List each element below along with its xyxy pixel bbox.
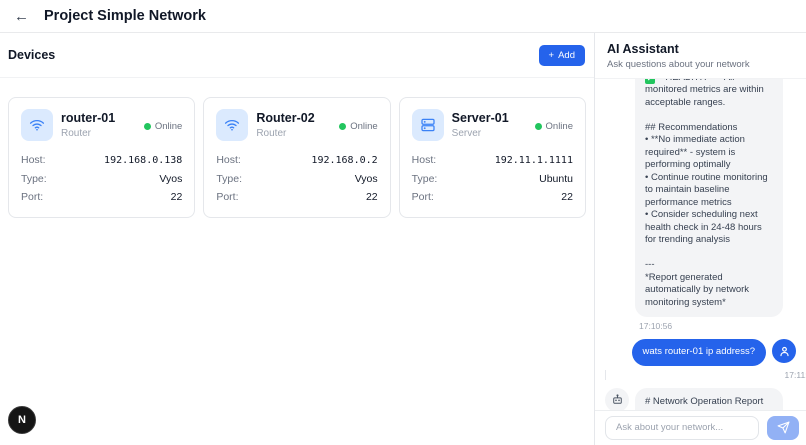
- assistant-message: # Network Operation Report ## Summary In…: [605, 388, 796, 411]
- device-field-host: Host: 192.168.0.2: [216, 151, 377, 170]
- device-field-host: Host: 192.11.1.1111: [412, 151, 573, 170]
- device-field-type: Type: Vyos: [21, 170, 182, 188]
- status-label: Online: [155, 121, 182, 132]
- bot-avatar-robot-icon: [605, 388, 629, 411]
- device-kind: Router: [61, 128, 115, 139]
- message-status-line: **HEALTHY** - All monitored metrics are …: [645, 79, 764, 108]
- assistant-message: ## Overall Status ✓**HEALTHY** - All mon…: [605, 79, 796, 317]
- send-paper-plane-icon: [777, 421, 790, 434]
- device-field-port: Port: 22: [21, 188, 182, 206]
- user-avatar: [772, 339, 796, 363]
- type-value: Vyos: [159, 170, 182, 188]
- wifi-icon: [21, 109, 53, 141]
- message-timestamp: 17:11:12: [605, 370, 806, 380]
- device-name: Server-01: [452, 109, 509, 126]
- status-badge: Online: [339, 109, 377, 141]
- plus-icon: +: [549, 50, 555, 61]
- send-button[interactable]: [767, 416, 799, 440]
- chat-input[interactable]: [605, 416, 759, 440]
- status-badge: Online: [535, 109, 573, 141]
- dev-tools-button[interactable]: N: [8, 406, 36, 434]
- devices-toolbar: Devices + Add: [0, 33, 594, 78]
- device-kind: Router: [256, 128, 314, 139]
- devices-section: Devices + Add router-01 Router: [0, 33, 594, 445]
- wifi-icon: [216, 109, 248, 141]
- port-value: 22: [171, 188, 183, 206]
- type-value: Ubuntu: [539, 170, 573, 188]
- page-title: Project Simple Network: [44, 8, 206, 24]
- host-value: 192.11.1.1111: [495, 152, 573, 170]
- chat-input-bar: [595, 410, 806, 445]
- user-message: wats router-01 ip address?: [605, 339, 796, 366]
- online-dot: [339, 123, 346, 130]
- device-name: Router-02: [256, 109, 314, 126]
- chat-scroll-area[interactable]: ## Overall Status ✓**HEALTHY** - All mon…: [595, 79, 806, 410]
- online-dot: [144, 123, 151, 130]
- status-label: Online: [350, 121, 377, 132]
- device-field-type: Type: Ubuntu: [412, 170, 573, 188]
- app-header: ← Project Simple Network: [0, 0, 806, 33]
- port-value: 22: [561, 188, 573, 206]
- host-value: 192.168.0.138: [104, 152, 182, 170]
- type-value: Vyos: [355, 170, 378, 188]
- dev-tools-label: N: [18, 414, 26, 426]
- add-device-button[interactable]: + Add: [539, 45, 585, 66]
- devices-heading: Devices: [8, 48, 55, 62]
- device-card-router-02[interactable]: Router-02 Router Online Host: 192.168.0.…: [203, 97, 390, 218]
- device-card-grid: router-01 Router Online Host: 192.168.0.…: [0, 78, 594, 237]
- status-label: Online: [546, 121, 573, 132]
- user-message-bubble: wats router-01 ip address?: [632, 339, 766, 366]
- server-icon: [412, 109, 444, 141]
- online-dot: [535, 123, 542, 130]
- device-field-port: Port: 22: [216, 188, 377, 206]
- ai-assistant-panel: AI Assistant Ask questions about your ne…: [594, 33, 806, 445]
- device-field-type: Type: Vyos: [216, 170, 377, 188]
- device-field-port: Port: 22: [412, 188, 573, 206]
- ai-assistant-title: AI Assistant: [607, 42, 794, 56]
- device-kind: Server: [452, 128, 509, 139]
- device-name: router-01: [61, 109, 115, 126]
- add-device-label: Add: [558, 50, 575, 61]
- device-card-router-01[interactable]: router-01 Router Online Host: 192.168.0.…: [8, 97, 195, 218]
- message-timestamp: 17:10:56: [639, 321, 806, 331]
- status-badge: Online: [144, 109, 182, 141]
- host-value: 192.168.0.2: [311, 152, 377, 170]
- assistant-message-bubble: # Network Operation Report ## Summary In…: [635, 388, 783, 411]
- device-card-server-01[interactable]: Server-01 Server Online Host: 192.11.1.1…: [399, 97, 586, 218]
- message-body: ## Recommendations • **No immediate acti…: [645, 109, 773, 309]
- device-field-host: Host: 192.168.0.138: [21, 151, 182, 170]
- ai-assistant-header: AI Assistant Ask questions about your ne…: [595, 33, 806, 79]
- port-value: 22: [366, 188, 378, 206]
- back-button[interactable]: ←: [14, 9, 29, 24]
- ai-assistant-subtitle: Ask questions about your network: [607, 59, 794, 70]
- healthy-check-icon: ✓: [645, 79, 655, 84]
- assistant-message-bubble: ## Overall Status ✓**HEALTHY** - All mon…: [635, 79, 783, 317]
